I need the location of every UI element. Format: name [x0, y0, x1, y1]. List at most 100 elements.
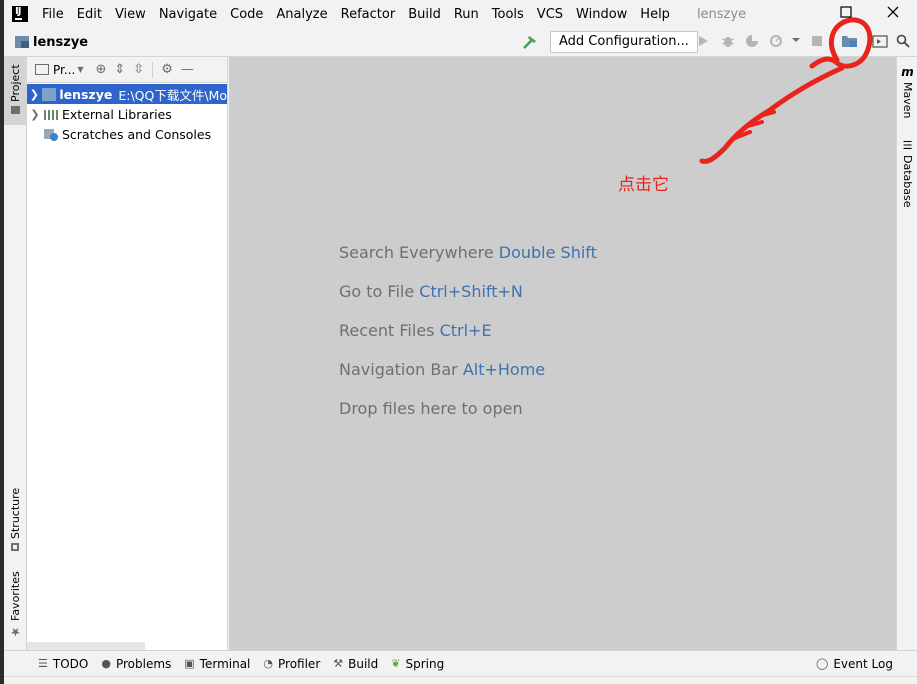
hammer-icon	[523, 36, 536, 49]
left-tool-strip: Project Structure ★ Favorites	[4, 57, 27, 650]
chevron-right-icon[interactable]: ❯	[27, 108, 43, 121]
window-layout-icon	[872, 35, 888, 48]
expand-all-icon[interactable]: ⇕	[114, 62, 125, 77]
stop-icon	[812, 36, 822, 46]
project-view-icon	[35, 64, 49, 75]
tab-favorites-label: Favorites	[9, 571, 22, 621]
project-structure-button[interactable]	[841, 34, 859, 52]
menu-window[interactable]: Window	[576, 7, 627, 22]
right-tool-strip: m Maven ☰ Database	[896, 57, 917, 650]
menu-file[interactable]: File	[42, 7, 64, 22]
database-icon: ☰	[902, 139, 913, 152]
menu-code[interactable]: Code	[230, 7, 263, 22]
tab-maven-label: Maven	[901, 82, 914, 119]
profile-button[interactable]	[767, 34, 785, 52]
menu-edit[interactable]: Edit	[77, 7, 102, 22]
chevron-right-icon[interactable]: ❯	[27, 88, 42, 101]
library-icon	[43, 108, 59, 121]
maximize-button[interactable]	[836, 4, 856, 24]
breadcrumb-project[interactable]: lenszye	[33, 35, 88, 50]
close-window-button[interactable]	[883, 4, 903, 24]
collapse-all-icon[interactable]: ⇳	[133, 62, 144, 77]
status-bar	[4, 676, 917, 684]
run-more-dropdown[interactable]	[787, 34, 805, 52]
editor-empty-area: Search Everywhere Double Shift Go to Fil…	[229, 57, 896, 650]
tab-structure[interactable]: Structure	[4, 485, 27, 557]
project-structure-icon	[842, 36, 857, 47]
tab-project[interactable]: Project	[4, 57, 27, 125]
bottom-tool-bar: ☰ TODO ● Problems ▣ Terminal ◔ Profiler ⚒ Bui…	[4, 650, 917, 676]
debug-bug-icon	[721, 37, 735, 47]
view-selector[interactable]: Pr...	[53, 63, 75, 77]
tree-item-path: E:\QQ下载文件\Mo	[118, 87, 227, 103]
view-selector-chevron-icon[interactable]: ▼	[77, 65, 83, 74]
menu-navigate[interactable]: Navigate	[159, 7, 217, 22]
spring-leaf-icon: ❦	[391, 657, 401, 670]
build-hammer-button[interactable]	[521, 33, 539, 51]
menu-tools[interactable]: Tools	[492, 7, 524, 22]
coverage-icon	[746, 35, 758, 47]
tool-event-log[interactable]: ◯ Event Log	[816, 657, 893, 671]
tab-structure-label: Structure	[9, 487, 22, 539]
tree-item-scratches[interactable]: Scratches and Consoles	[27, 124, 227, 144]
menu-vcs[interactable]: VCS	[537, 7, 563, 22]
project-tool-window: Pr... ▼ ⊕ ⇕ ⇳ ⚙ — ❯ lenszye E:\QQ下载文件\Mo…	[27, 57, 228, 650]
annotation-label: 点击它	[618, 175, 669, 195]
tool-problems[interactable]: ● Problems	[101, 657, 171, 671]
horizontal-scrollbar[interactable]	[27, 642, 145, 650]
ide-window: IJ File Edit View Navigate Code Analyze …	[4, 0, 917, 684]
menu-run[interactable]: Run	[454, 7, 479, 22]
tool-profiler[interactable]: ◔ Profiler	[263, 657, 320, 671]
coverage-button[interactable]	[743, 34, 761, 52]
hint-drop-files: Drop files here to open	[339, 399, 523, 418]
info-icon: ●	[101, 657, 111, 670]
minimize-panel-icon[interactable]: —	[181, 62, 194, 77]
tool-terminal[interactable]: ▣ Terminal	[184, 657, 250, 671]
menu-view[interactable]: View	[115, 7, 146, 22]
tool-spring[interactable]: ❦ Spring	[391, 657, 444, 671]
stop-button[interactable]	[808, 34, 826, 52]
list-icon: ☰	[38, 657, 48, 670]
search-everywhere-button[interactable]	[894, 34, 912, 52]
presentation-mode-button[interactable]	[871, 34, 889, 52]
hint-navigation-bar: Navigation Bar Alt+Home	[339, 360, 546, 379]
debug-button[interactable]	[719, 34, 737, 52]
tree-item-external-libraries[interactable]: ❯ External Libraries	[27, 104, 227, 124]
run-button[interactable]	[694, 34, 712, 52]
close-icon	[887, 6, 899, 18]
terminal-icon: ▣	[184, 657, 195, 670]
menu-build[interactable]: Build	[408, 7, 441, 22]
maven-icon: m	[901, 65, 914, 79]
structure-icon	[11, 542, 20, 551]
add-configuration-button[interactable]: Add Configuration...	[550, 31, 698, 53]
gear-icon[interactable]: ⚙	[161, 62, 173, 77]
hint-go-to-file: Go to File Ctrl+Shift+N	[339, 282, 523, 301]
tab-database-label: Database	[901, 155, 914, 208]
profiler-icon	[770, 35, 782, 47]
tree-item-project-root[interactable]: ❯ lenszye E:\QQ下载文件\Mo	[27, 84, 227, 104]
tree-item-label: External Libraries	[62, 106, 172, 122]
profiler-icon: ◔	[263, 657, 273, 670]
run-icon	[699, 36, 708, 46]
header-divider	[152, 61, 154, 78]
project-panel-header: Pr... ▼ ⊕ ⇕ ⇳ ⚙ —	[27, 57, 227, 83]
tab-maven[interactable]: m Maven	[897, 65, 917, 125]
module-folder-icon	[41, 87, 57, 101]
hint-recent-files: Recent Files Ctrl+E	[339, 321, 492, 340]
hint-search-everywhere: Search Everywhere Double Shift	[339, 243, 597, 262]
tree-item-label: lenszye	[59, 86, 113, 102]
menu-bar: IJ File Edit View Navigate Code Analyze …	[4, 0, 917, 28]
window-title: lenszye	[696, 6, 747, 22]
intellij-logo-icon: IJ	[12, 6, 28, 22]
tab-database[interactable]: ☰ Database	[897, 139, 917, 209]
hammer-icon: ⚒	[333, 657, 344, 670]
menu-help[interactable]: Help	[640, 7, 670, 22]
tree-item-label: Scratches and Consoles	[62, 126, 212, 142]
menu-refactor[interactable]: Refactor	[341, 7, 396, 22]
locate-target-icon[interactable]: ⊕	[95, 62, 106, 77]
tab-favorites[interactable]: ★ Favorites	[4, 569, 27, 645]
tool-build[interactable]: ⚒ Build	[333, 657, 378, 671]
search-icon	[896, 34, 910, 48]
menu-analyze[interactable]: Analyze	[276, 7, 327, 22]
tool-todo[interactable]: ☰ TODO	[38, 657, 88, 671]
